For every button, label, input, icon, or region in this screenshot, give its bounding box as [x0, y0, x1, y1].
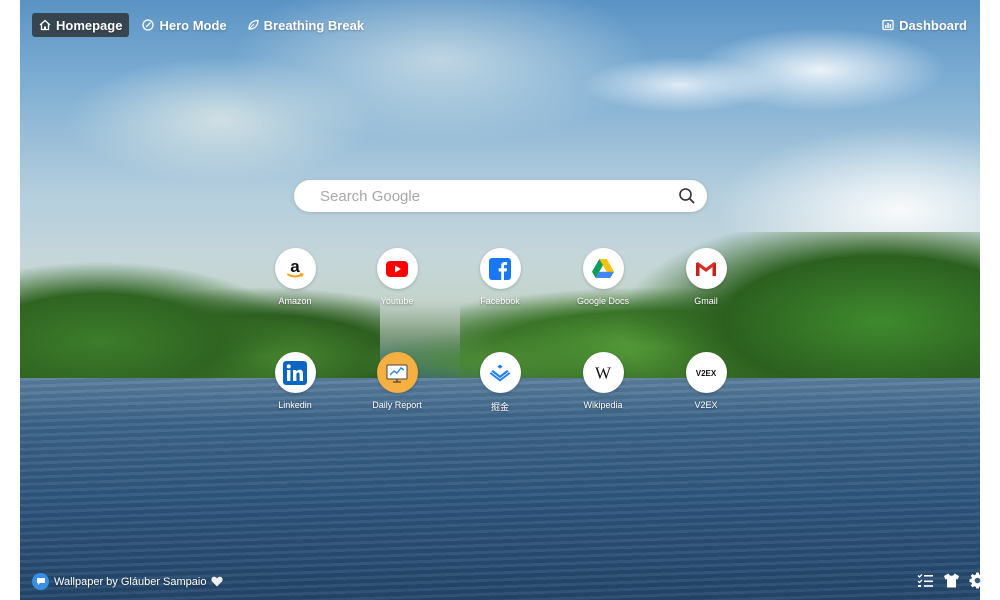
linkedin-icon — [274, 352, 316, 393]
shortcut-label: Wikipedia — [583, 400, 623, 410]
tshirt-icon[interactable] — [943, 572, 960, 589]
v2ex-icon: V2EX — [685, 352, 727, 393]
search-bar — [294, 180, 707, 212]
shortcut-label: Gmail — [694, 296, 718, 306]
wikipedia-icon: W — [582, 352, 624, 393]
svg-text:V2EX: V2EX — [696, 369, 717, 378]
leaf-icon — [248, 19, 259, 30]
shortcut-facebook[interactable]: Facebook — [455, 248, 545, 306]
wallpaper-credit[interactable]: Wallpaper by Gláuber Sampaio — [32, 573, 224, 590]
shortcut-gmail[interactable]: Gmail — [661, 248, 751, 306]
shortcut-daily-report[interactable]: Daily Report — [352, 352, 442, 410]
shortcut-v2ex[interactable]: V2EX V2EX — [661, 352, 751, 410]
dashboard-icon — [882, 19, 894, 31]
shortcut-google-docs[interactable]: Google Docs — [558, 248, 648, 306]
shortcut-wikipedia[interactable]: W Wikipedia — [558, 352, 648, 410]
amazon-icon: a — [274, 248, 316, 289]
heart-icon[interactable] — [211, 576, 224, 587]
gmail-icon — [685, 248, 727, 289]
top-navigation: Homepage Hero Mode Breathing Break — [32, 13, 371, 37]
gear-icon[interactable] — [969, 572, 986, 589]
shortcut-label: Linkedin — [278, 400, 312, 410]
facebook-icon — [479, 248, 521, 289]
shortcut-label: Youtube — [380, 296, 414, 306]
dashboard-button[interactable]: Dashboard — [875, 13, 974, 37]
shortcut-juejin[interactable]: 掘金 — [455, 352, 545, 413]
nav-hero-mode-label: Hero Mode — [159, 17, 227, 33]
checklist-icon[interactable] — [917, 572, 934, 589]
svg-text:a: a — [290, 257, 300, 276]
shortcut-label: Google Docs — [576, 296, 630, 306]
shortcut-youtube[interactable]: Youtube — [352, 248, 442, 306]
wallpaper-credit-text: Wallpaper by Gláuber Sampaio — [54, 575, 207, 588]
shortcut-label: Amazon — [278, 296, 312, 306]
target-icon — [142, 19, 155, 31]
shortcut-label: 掘金 — [490, 402, 509, 412]
svg-text:W: W — [595, 363, 612, 382]
shortcut-label: Facebook — [480, 296, 520, 306]
nav-breathing-break[interactable]: Breathing Break — [240, 13, 371, 37]
shortcut-linkedin[interactable]: Linkedin — [250, 352, 340, 410]
search-input[interactable] — [294, 186, 671, 206]
juejin-icon — [479, 352, 521, 393]
daily-report-icon — [376, 352, 418, 393]
search-icon — [679, 188, 695, 204]
nav-homepage-label: Homepage — [56, 17, 123, 33]
chat-bubble-icon — [32, 573, 49, 590]
google-drive-icon — [582, 248, 624, 289]
shortcut-label: V2EX — [694, 400, 718, 410]
nav-homepage[interactable]: Homepage — [32, 13, 130, 37]
home-icon — [39, 19, 51, 31]
footer-tools — [917, 572, 986, 589]
nav-hero-mode[interactable]: Hero Mode — [135, 13, 233, 37]
nav-breathing-break-label: Breathing Break — [263, 17, 365, 33]
shortcut-label: Daily Report — [372, 400, 422, 410]
shortcut-amazon[interactable]: a Amazon — [250, 248, 340, 306]
youtube-icon — [376, 248, 418, 289]
dashboard-label: Dashboard — [899, 17, 967, 33]
search-button[interactable] — [671, 180, 703, 212]
